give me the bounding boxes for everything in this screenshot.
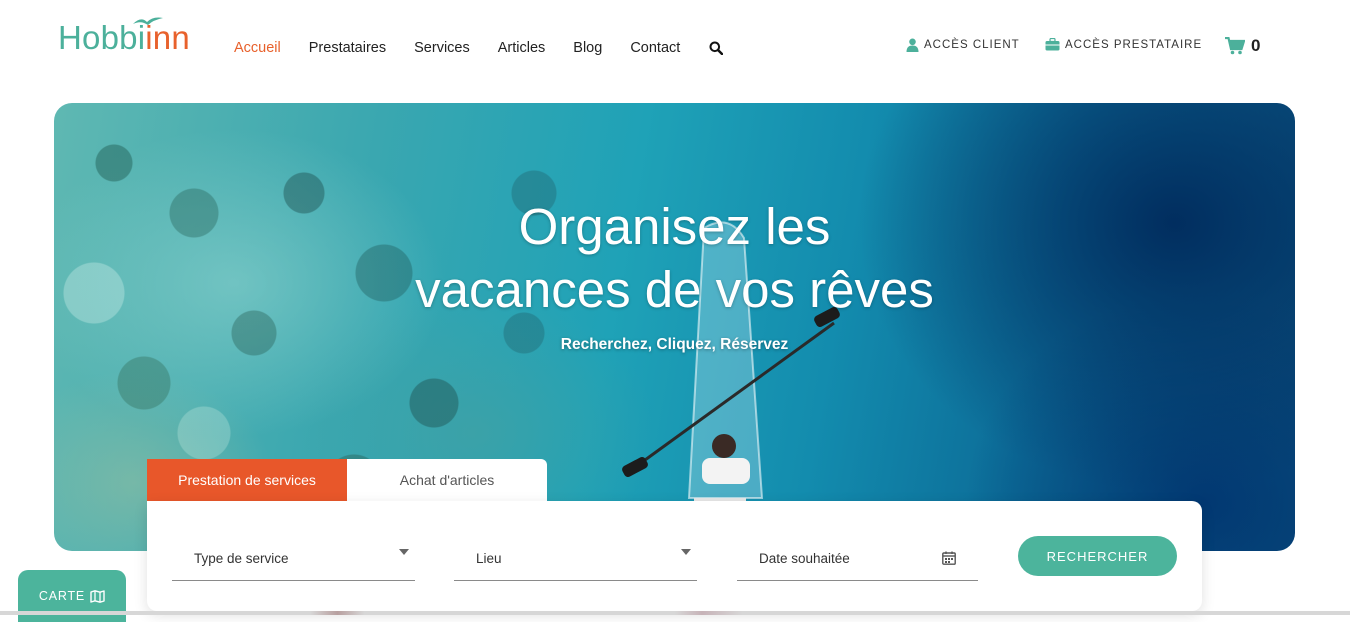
map-button-label: CARTE — [38, 589, 86, 603]
user-icon — [906, 38, 919, 52]
client-access-link[interactable]: ACCÈS CLIENT — [906, 38, 1020, 52]
nav-item-contact[interactable]: Contact — [630, 40, 680, 56]
map-icon — [90, 589, 105, 603]
logo[interactable]: Hobbiinn — [58, 17, 190, 58]
nav-item-articles[interactable]: Articles — [498, 40, 546, 56]
service-type-placeholder: Type de service — [194, 551, 289, 566]
hero-title-line1: Organisez les — [518, 198, 831, 255]
nav-item-blog[interactable]: Blog — [573, 40, 602, 56]
service-type-select[interactable]: Type de service — [172, 537, 415, 581]
calendar-icon — [942, 551, 956, 565]
location-select[interactable]: Lieu — [454, 537, 697, 581]
date-input[interactable]: Date souhaitée — [737, 537, 978, 581]
page-bottom-edge — [0, 611, 1350, 615]
bird-logo-icon — [133, 17, 163, 25]
tab-prestation-services[interactable]: Prestation de services — [147, 459, 347, 501]
location-placeholder: Lieu — [476, 551, 502, 566]
client-access-label: ACCÈS CLIENT — [924, 39, 1020, 51]
shopping-cart-icon — [1225, 37, 1245, 55]
search-button[interactable]: RECHERCHER — [1018, 536, 1177, 576]
tab-achat-articles[interactable]: Achat d'articles — [347, 459, 547, 501]
provider-access-link[interactable]: ACCÈS PRESTATAIRE — [1045, 38, 1202, 51]
hero-title-line2: vacances de vos rêves — [415, 261, 934, 318]
cart-button[interactable]: 0 — [1225, 36, 1260, 56]
nav-item-accueil[interactable]: Accueil — [234, 40, 281, 56]
search-icon[interactable] — [709, 41, 724, 55]
caret-down-icon — [681, 549, 691, 555]
briefcase-icon — [1045, 38, 1060, 51]
date-placeholder: Date souhaitée — [759, 551, 850, 566]
hero-title: Organisez les vacances de vos rêves — [54, 195, 1295, 321]
main-nav: Accueil Prestataires Services Articles B… — [234, 40, 724, 56]
nav-item-services[interactable]: Services — [414, 40, 470, 56]
caret-down-icon — [399, 549, 409, 555]
provider-access-label: ACCÈS PRESTATAIRE — [1065, 38, 1203, 51]
hero-subtitle: Recherchez, Cliquez, Réservez — [560, 336, 789, 353]
cart-count: 0 — [1251, 36, 1261, 55]
logo-text: Hobbiinn — [58, 19, 190, 56]
search-panel: Type de service Lieu Date souhaitée RECH… — [147, 501, 1202, 611]
site-header: Hobbiinn Accueil Prestataires Services A… — [0, 0, 1350, 95]
nav-item-prestataires[interactable]: Prestataires — [309, 40, 386, 56]
